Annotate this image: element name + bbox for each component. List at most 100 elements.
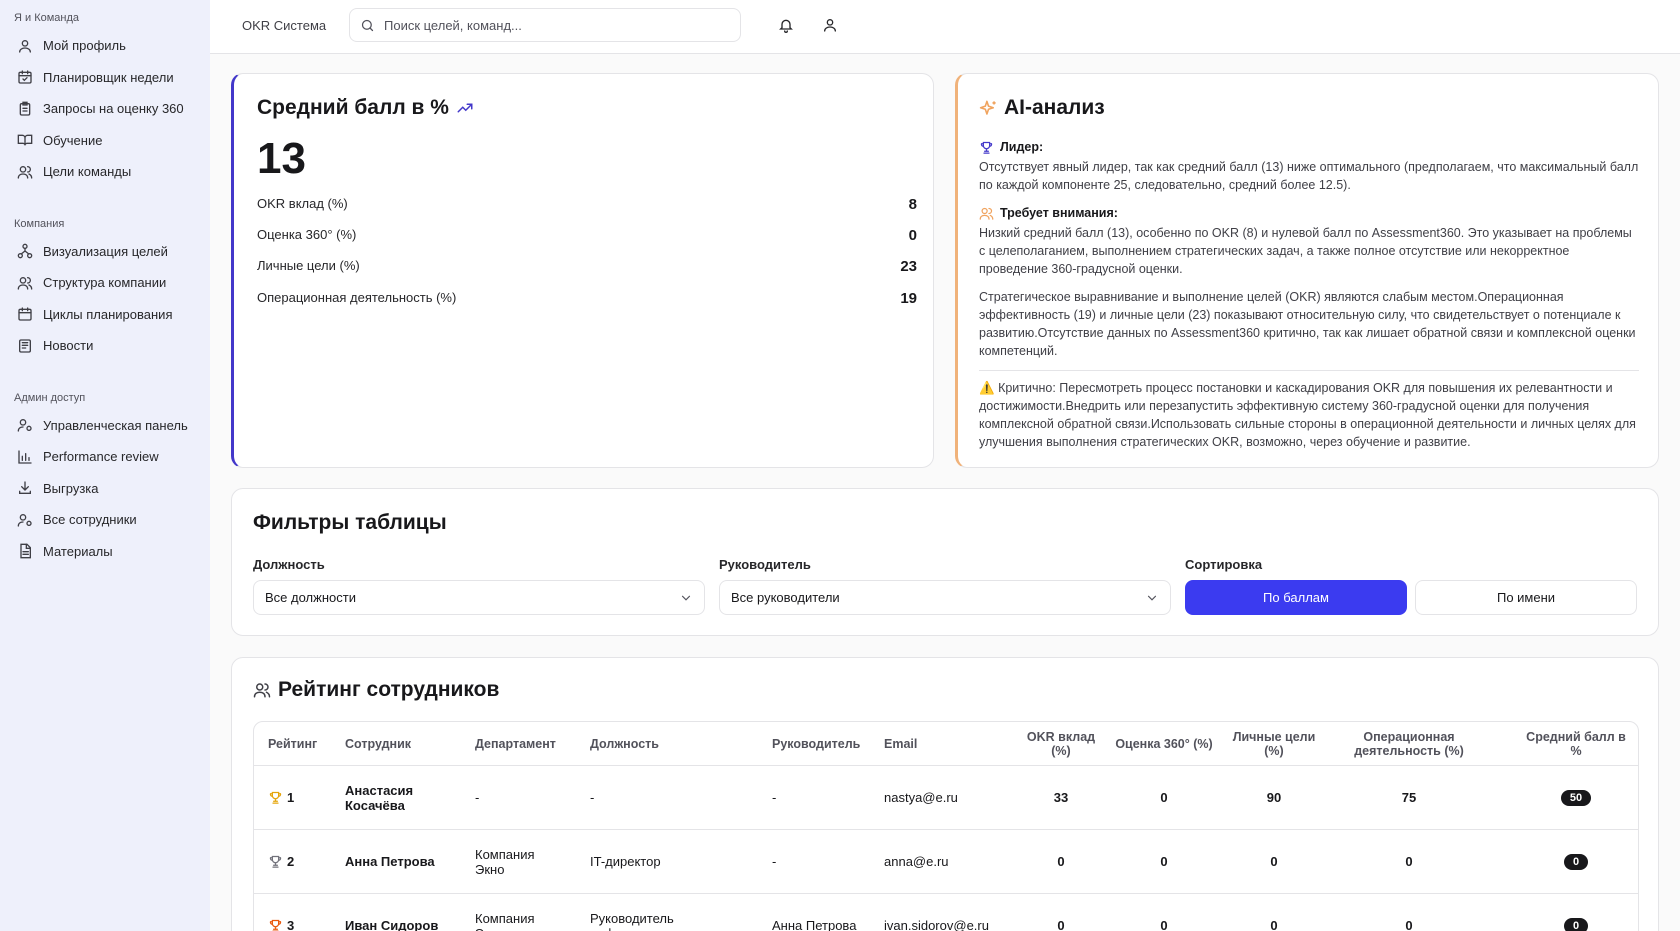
metric-label: Оценка 360° (%) (257, 227, 357, 242)
column-header-360[interactable]: Оценка 360° (%) (1114, 722, 1214, 765)
search-box[interactable] (349, 8, 741, 42)
metric-360: Оценка 360° (%) 0 (257, 227, 917, 244)
column-header-personal-goals[interactable]: Личные цели (%) (1224, 722, 1324, 765)
sort-by-score-button[interactable]: По баллам (1185, 580, 1407, 615)
table-row[interactable]: 3 Иван Сидоров Компания Экно Руководител… (254, 893, 1638, 931)
personal-goals-cell: 0 (1270, 918, 1278, 931)
column-header-department[interactable]: Департамент (475, 722, 585, 765)
ai-analysis-card: AI-анализ Лидер: Отсутствует явный лидер… (955, 73, 1659, 468)
column-header-rank[interactable]: Рейтинг (268, 722, 338, 765)
position-select[interactable]: Все должности (253, 580, 705, 615)
sidebar-item-label: Цели команды (43, 164, 132, 180)
sidebar-item-label: Запросы на оценку 360 (43, 101, 184, 117)
trophy-icon (268, 854, 283, 869)
column-header-operations[interactable]: Операционная деятельность (%) (1334, 722, 1484, 765)
user-icon[interactable] (822, 17, 838, 33)
file-text-icon (17, 543, 33, 559)
manager-filter-label: Руководитель (719, 557, 811, 572)
table-header-row: Рейтинг Сотрудник Департамент Должность … (254, 722, 1638, 765)
user-icon (17, 38, 33, 54)
sidebar-item-performance-review[interactable]: Performance review (0, 441, 210, 473)
sidebar-item-all-employees[interactable]: Все сотрудники (0, 504, 210, 536)
user-cog-icon (17, 512, 33, 528)
search-input[interactable] (384, 17, 724, 33)
okr-cell: 33 (1053, 790, 1069, 805)
sidebar-item-materials[interactable]: Материалы (0, 536, 210, 568)
manager-select[interactable]: Все руководители (719, 580, 1171, 615)
sidebar-item-360-requests[interactable]: Запросы на оценку 360 (0, 93, 210, 125)
rank-cell: 3 (268, 894, 338, 931)
leader-heading: Лидер: (979, 138, 1639, 156)
sort-by-name-button[interactable]: По имени (1415, 580, 1637, 615)
employee-name: Анастасия Косачёва (345, 782, 414, 813)
score-badge: 0 (1563, 917, 1589, 931)
bar-chart-icon (17, 449, 33, 465)
critical-text: Критично: Пересмотреть процесс постановк… (979, 381, 1636, 449)
sidebar-item-planning-cycles[interactable]: Циклы планирования (0, 299, 210, 331)
strategy-text: Стратегическое выравнивание и выполнение… (979, 290, 1636, 358)
ai-analysis-body: Лидер: Отсутствует явный лидер, так как … (979, 138, 1639, 451)
sidebar-group-label: Компания (14, 217, 65, 230)
rank-cell: 1 (268, 766, 338, 829)
sidebar-item-news[interactable]: Новости (0, 330, 210, 362)
calendar-icon (17, 306, 33, 322)
sidebar-item-goals-visualization[interactable]: Визуализация целей (0, 236, 210, 268)
sidebar-group-team: Я и Команда Мой профиль Планировщик неде… (0, 10, 210, 188)
department-cell: Компания Экно (475, 910, 535, 931)
personal-goals-cell: 0 (1270, 854, 1278, 869)
sidebar-item-my-profile[interactable]: Мой профиль (0, 30, 210, 62)
manager-select-value: Все руководители (731, 590, 840, 605)
sidebar-group-company: Компания Визуализация целей Структура ко… (0, 216, 210, 362)
users-icon (17, 275, 33, 291)
attention-heading: Требует внимания: (979, 204, 1639, 222)
calendar-check-icon (17, 69, 33, 85)
okr-cell: 0 (1057, 854, 1065, 869)
metric-personal-goals: Личные цели (%) 23 (257, 258, 917, 275)
sidebar-item-label: Новости (43, 338, 94, 354)
sidebar-item-export[interactable]: Выгрузка (0, 473, 210, 505)
column-header-position[interactable]: Должность (590, 722, 760, 765)
column-header-okr[interactable]: OKR вклад (%) (1016, 722, 1106, 765)
score-badge: 50 (1560, 789, 1592, 806)
metric-label: OKR вклад (%) (257, 196, 348, 211)
sidebar-item-label: Performance review (43, 449, 159, 465)
metric-label: Личные цели (%) (257, 258, 360, 273)
column-header-email[interactable]: Email (884, 722, 1014, 765)
rank-value: 1 (287, 790, 295, 805)
ranking-table: Рейтинг Сотрудник Департамент Должность … (253, 721, 1639, 931)
department-cell: Компания Экно (475, 846, 535, 877)
column-header-manager[interactable]: Руководитель (772, 722, 877, 765)
bell-icon[interactable] (778, 17, 794, 33)
manager-cell: - (772, 790, 777, 805)
sidebar-group-label: Админ доступ (14, 391, 86, 404)
ai-analysis-title: AI-анализ (979, 96, 1105, 120)
email-cell: anna@e.ru (884, 854, 949, 869)
column-header-employee[interactable]: Сотрудник (345, 722, 465, 765)
manager-cell: - (772, 854, 777, 869)
clipboard-list-icon (17, 101, 33, 117)
sidebar-item-team-goals[interactable]: Цели команды (0, 156, 210, 188)
critical-text-block: ⚠️ Критично: Пересмотреть процесс постан… (979, 379, 1639, 451)
rank-value: 3 (287, 918, 295, 931)
score-badge: 0 (1563, 853, 1589, 870)
table-row[interactable]: 1 Анастасия Косачёва - - - nastya@e.ru 3… (254, 765, 1638, 829)
table-row[interactable]: 2 Анна Петрова Компания Экно IT-директор… (254, 829, 1638, 893)
sidebar-item-week-planner[interactable]: Планировщик недели (0, 62, 210, 94)
ai-analysis-title-text: AI-анализ (1004, 96, 1105, 119)
sidebar-item-management-panel[interactable]: Управленческая панель (0, 410, 210, 442)
metric-value: 8 (908, 196, 917, 213)
manager-cell: Анна Петрова (772, 918, 857, 931)
sidebar-item-label: Визуализация целей (43, 243, 168, 259)
okr-cell: 0 (1057, 918, 1065, 931)
leader-heading-text: Лидер: (1000, 140, 1044, 154)
column-header-average[interactable]: Средний балл в % (1526, 722, 1626, 765)
users-icon (979, 206, 994, 221)
metric-value: 23 (900, 258, 917, 275)
sidebar-item-company-structure[interactable]: Структура компании (0, 267, 210, 299)
ranking-title-text: Рейтинг сотрудников (278, 678, 500, 701)
search-icon (360, 18, 375, 33)
email-cell: nastya@e.ru (884, 790, 958, 805)
divider (979, 370, 1639, 371)
sidebar-item-learning[interactable]: Обучение (0, 125, 210, 157)
department-cell: - (475, 790, 480, 805)
